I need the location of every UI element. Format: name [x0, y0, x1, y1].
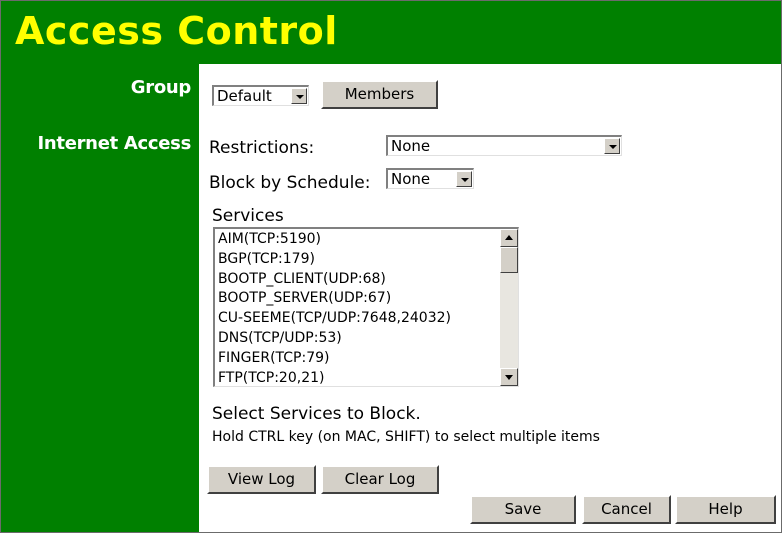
list-item[interactable]: BOOTP_CLIENT(UDP:68)	[218, 270, 451, 290]
list-item[interactable]: AIM(TCP:5190)	[218, 230, 451, 250]
internet-access-section-label: Internet Access	[37, 133, 191, 154]
list-item[interactable]: BOOTP_SERVER(UDP:67)	[218, 289, 451, 309]
cancel-button[interactable]: Cancel	[582, 495, 671, 524]
list-item[interactable]: FTP(TCP:20,21)	[218, 369, 451, 386]
header-bar: Access Control	[1, 1, 781, 64]
restrictions-select-value: None	[391, 137, 431, 155]
group-select[interactable]: Default	[212, 85, 309, 106]
chevron-down-icon[interactable]	[604, 138, 620, 154]
restrictions-label: Restrictions:	[209, 138, 315, 158]
sidebar: Group Internet Access	[1, 64, 199, 532]
scrollbar-thumb[interactable]	[500, 247, 518, 273]
schedule-select[interactable]: None	[386, 168, 474, 189]
multi-select-hint: Hold CTRL key (on MAC, SHIFT) to select …	[212, 429, 600, 445]
access-control-page: Access Control Group Internet Access Def…	[0, 0, 782, 533]
page-title: Access Control	[15, 9, 338, 53]
select-services-hint: Select Services to Block.	[212, 404, 421, 424]
services-listbox[interactable]: AIM(TCP:5190) BGP(TCP:179) BOOTP_CLIENT(…	[213, 227, 519, 387]
services-list: AIM(TCP:5190) BGP(TCP:179) BOOTP_CLIENT(…	[218, 230, 451, 386]
services-scrollbar[interactable]	[500, 229, 518, 386]
restrictions-select[interactable]: None	[386, 135, 622, 156]
block-by-schedule-label: Block by Schedule:	[209, 173, 371, 193]
list-item[interactable]: BGP(TCP:179)	[218, 250, 451, 270]
group-select-value: Default	[217, 87, 272, 105]
save-button[interactable]: Save	[470, 495, 576, 524]
view-log-button[interactable]: View Log	[207, 465, 316, 494]
members-button[interactable]: Members	[321, 80, 438, 109]
help-button[interactable]: Help	[675, 495, 776, 524]
arrow-down-icon[interactable]	[500, 368, 518, 386]
list-item[interactable]: CU-SEEME(TCP/UDP:7648,24032)	[218, 309, 451, 329]
schedule-select-value: None	[391, 170, 431, 188]
arrow-up-icon[interactable]	[500, 229, 518, 247]
services-label: Services	[212, 206, 284, 226]
chevron-down-icon[interactable]	[291, 88, 307, 104]
list-item[interactable]: FINGER(TCP:79)	[218, 349, 451, 369]
clear-log-button[interactable]: Clear Log	[321, 465, 439, 494]
chevron-down-icon[interactable]	[456, 171, 472, 187]
list-item[interactable]: DNS(TCP/UDP:53)	[218, 329, 451, 349]
group-section-label: Group	[130, 77, 192, 98]
